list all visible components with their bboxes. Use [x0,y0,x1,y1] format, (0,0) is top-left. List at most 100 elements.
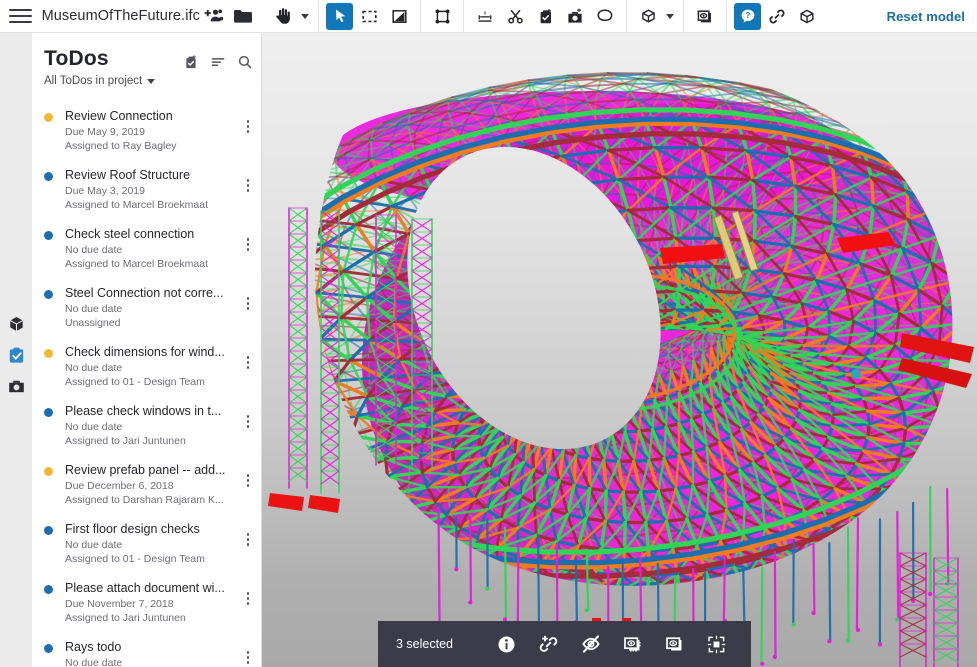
todo-body: Please check windows in t... No due date A… [65,403,241,448]
top-toolbar: MuseumOfTheFuture.ifc x ? Reset model [0,0,977,33]
toolgroup-help: ? [727,0,828,33]
list-item[interactable]: Review prefab panel -- add... Due Decembe… [32,455,261,514]
add-todo-button[interactable] [182,53,199,70]
pan-tool[interactable] [269,3,297,29]
todo-overflow-menu-icon[interactable] [241,533,255,546]
status-badge [44,113,53,122]
todo-overflow-menu-icon[interactable] [241,179,255,192]
comment-tool[interactable] [591,3,619,29]
todo-due-date: No due date [65,362,123,374]
status-badge [44,349,53,358]
document-title: MuseumOfTheFuture.ifc [41,8,200,24]
toolbar-tool-groups: x ? Reset model [262,0,977,33]
todo-overflow-menu-icon[interactable] [241,592,255,605]
status-badge [44,644,53,653]
search-todos-button[interactable] [236,53,253,70]
selection-isolate-button[interactable] [613,624,653,664]
todo-assignee: Assigned to Ray Bagley [65,140,177,152]
visibility-tool[interactable] [691,3,719,29]
left-icon-rail [0,33,32,667]
todo-overflow-menu-icon[interactable] [241,238,255,251]
folder-icon[interactable] [230,3,256,29]
hamburger-icon[interactable] [9,4,32,28]
rail-item-snapshots[interactable] [4,374,28,398]
model-3d-render [262,72,977,667]
todo-due-date: Due November 7, 2018 [65,598,174,610]
isolate-tool[interactable] [793,3,821,29]
todo-assignee: Assigned to Darshan Rajaram K... [65,494,224,506]
todo-assignee: Assigned to Marcel Broekmaat [65,199,208,211]
todos-panel: ToDos All ToDos in project Review Connec… [32,33,262,667]
selection-hide-button[interactable] [571,624,611,664]
todo-title: Please attach document wi... [65,581,225,595]
status-badge [44,526,53,535]
todo-title: Check dimensions for wind... [65,345,225,359]
list-item[interactable]: Steel Connection not corre... No due date… [32,278,261,337]
model-tree-tool[interactable] [634,3,662,29]
list-item[interactable]: Please check windows in t... No due date A… [32,396,261,455]
selection-info-button[interactable] [487,624,527,664]
todo-overflow-menu-icon[interactable] [241,651,255,664]
todo-overflow-menu-icon[interactable] [241,297,255,310]
todo-due-date: No due date [65,244,123,256]
todo-body: Review prefab panel -- add... Due Decembe… [65,462,241,507]
marquee-select-tool[interactable] [355,3,383,29]
rail-item-model[interactable] [4,312,28,336]
svg-text:?: ? [745,11,750,20]
list-item[interactable]: Check dimensions for wind... No due date A… [32,337,261,396]
todo-body: Review Connection Due May 9, 2019 Assigned… [65,108,241,153]
status-badge [44,408,53,417]
chevron-down-icon [147,78,156,84]
list-item[interactable]: Rays todoNo due dateAssigned to 01 - Des… [32,632,261,667]
todo-title: Check steel connection [65,227,195,241]
add-people-icon[interactable] [200,3,226,29]
todo-overflow-menu-icon[interactable] [241,356,255,369]
invert-selection-tool[interactable] [385,3,413,29]
list-item[interactable]: Please attach document wi... Due November… [32,573,261,632]
todo-body: Please attach document wi... Due November… [65,580,241,625]
todo-title: Steel Connection not corre... [65,286,224,300]
todos-header-actions [182,53,253,70]
todo-assignee: Unassigned [65,317,121,329]
todo-title: Please check windows in t... [65,404,222,418]
list-item[interactable]: Review Roof Structure Due May 3, 2019 Assi… [32,160,261,219]
link-tool[interactable] [763,3,791,29]
todos-scope-selector[interactable]: All ToDos in project [44,75,249,87]
todo-due-date: No due date [65,303,123,315]
toolgroup-navigate [262,0,319,33]
selection-show-all-button[interactable] [655,624,695,664]
todo-assignee: Assigned to 01 - Design Team [65,376,205,388]
selection-zoom-to-button[interactable] [697,624,737,664]
add-todo-tool[interactable] [531,3,559,29]
todo-title: Rays todo [65,640,122,654]
rail-item-todos[interactable] [4,343,28,367]
list-item[interactable]: Review Connection Due May 9, 2019 Assigned… [32,101,261,160]
measure-tool[interactable]: x [471,3,499,29]
status-badge [44,290,53,299]
todo-body: First floor design checks No due date Assi… [65,521,241,566]
pan-tool-dropdown[interactable] [299,3,311,29]
sort-todos-button[interactable] [209,53,226,70]
todo-body: Steel Connection not corre... No due date… [65,285,241,330]
help-tool[interactable]: ? [734,2,761,30]
list-item[interactable]: Check steel connection No due date Assigne… [32,219,261,278]
todo-overflow-menu-icon[interactable] [241,474,255,487]
todo-due-date: Due May 9, 2019 [65,126,145,138]
todos-list[interactable]: Review Connection Due May 9, 2019 Assigned… [32,101,261,667]
section-cut-tool[interactable] [501,3,529,29]
bounding-box-tool[interactable] [428,3,456,29]
todo-due-date: Due December 6, 2018 [65,480,174,492]
todo-due-date: No due date [65,421,123,433]
list-item[interactable]: First floor design checks No due date Assi… [32,514,261,573]
todo-overflow-menu-icon[interactable] [241,415,255,428]
todo-overflow-menu-icon[interactable] [241,120,255,133]
toolgroup-annotate: x [464,0,627,33]
selection-add-link-button[interactable] [529,624,569,664]
todos-scope-label: All ToDos in project [44,75,143,87]
reset-model-button[interactable]: Reset model [875,9,977,24]
model-tree-dropdown[interactable] [664,3,676,29]
snapshot-tool[interactable] [561,3,589,29]
model-viewport[interactable] [262,33,977,667]
status-badge [44,585,53,594]
select-tool[interactable] [326,2,353,30]
